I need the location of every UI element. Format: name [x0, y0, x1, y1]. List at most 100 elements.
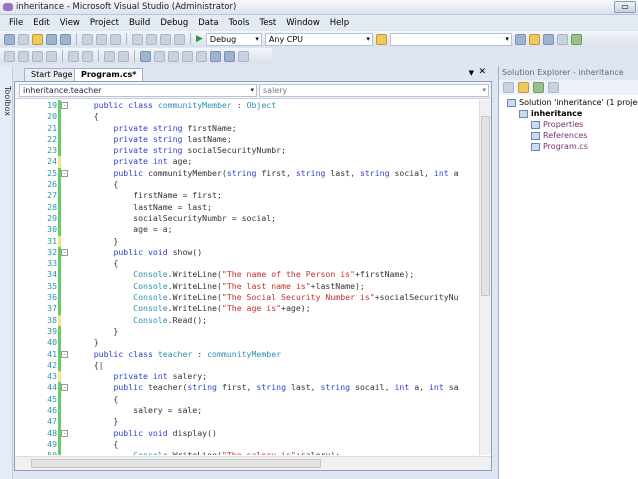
code-token: .WriteLine( — [167, 303, 222, 314]
menu-build[interactable]: Build — [124, 18, 155, 28]
code-token: salery = sale; — [74, 405, 203, 416]
object-browser-icon[interactable] — [542, 33, 554, 45]
menu-view[interactable]: View — [55, 18, 85, 28]
menu-debug[interactable]: Debug — [155, 18, 193, 28]
clear-bookmarks-icon[interactable] — [238, 50, 249, 62]
solution-tree-item[interactable]: inheritance — [519, 109, 582, 118]
collapse-icon[interactable]: - — [61, 350, 68, 358]
toolbox-icon[interactable] — [556, 33, 568, 45]
code-line: 43 private int salery; — [15, 371, 478, 383]
properties-window-icon[interactable] — [528, 33, 540, 45]
configuration-select[interactable]: Debug ▾ — [205, 32, 262, 46]
previous-bookmark-icon[interactable] — [154, 50, 165, 62]
open-file-icon[interactable] — [32, 33, 43, 45]
properties-icon[interactable] — [503, 82, 514, 93]
menu-edit[interactable]: Edit — [28, 18, 54, 28]
solution-tree-item[interactable]: Solution 'inheritance' (1 project) — [507, 98, 638, 107]
solution-tree-item[interactable]: Properties — [531, 120, 583, 129]
solution-tree-item[interactable]: Program.cs — [531, 142, 588, 151]
code-line: 46 salery = sale; — [15, 405, 478, 417]
minimize-button[interactable]: ▭ — [614, 1, 636, 13]
code-token: Console — [133, 280, 168, 291]
redo-icon[interactable] — [146, 33, 157, 45]
collapse-icon[interactable]: - — [61, 169, 68, 177]
types-dropdown[interactable]: inheritance.teacher ▾ — [19, 84, 257, 97]
collapse-icon[interactable]: - — [61, 384, 68, 392]
toolbox-strip[interactable]: Toolbox — [0, 66, 13, 479]
vertical-scrollbar[interactable] — [479, 100, 491, 455]
platform-select[interactable]: Any CPU ▾ — [264, 32, 373, 46]
horizontal-scroll-thumb[interactable] — [31, 459, 321, 468]
code-text: Console.WriteLine("The salery is"+salery… — [74, 450, 340, 455]
increase-indent-icon[interactable] — [82, 50, 93, 62]
previous-bookmark-folder-icon[interactable] — [182, 50, 193, 62]
paste-icon[interactable] — [110, 33, 121, 45]
navigate-forward-icon[interactable] — [174, 33, 185, 45]
menu-test[interactable]: Test — [255, 18, 282, 28]
display-object-member-list-icon[interactable] — [4, 50, 15, 62]
start-debugging-icon[interactable]: ▶ — [196, 34, 203, 44]
change-marker — [58, 145, 61, 157]
add-item-icon[interactable] — [18, 33, 29, 45]
next-bookmark-icon[interactable] — [168, 50, 179, 62]
close-document-icon[interactable]: ✕ — [478, 67, 486, 77]
code-token: socialSecurityNumbr; — [187, 145, 286, 156]
menu-help[interactable]: Help — [325, 18, 354, 28]
collapse-icon[interactable]: - — [61, 248, 68, 256]
menu-file[interactable]: File — [4, 18, 28, 28]
collapse-icon[interactable]: - — [61, 102, 68, 109]
tree-item-label: References — [543, 131, 588, 140]
menu-tools[interactable]: Tools — [224, 18, 255, 28]
vertical-scroll-thumb[interactable] — [481, 116, 490, 296]
start-page-icon[interactable] — [570, 33, 582, 45]
line-number: 34 — [47, 269, 57, 280]
find-combo[interactable]: ▾ — [389, 32, 512, 46]
tab-program-cs[interactable]: Program.cs* — [74, 68, 144, 81]
members-dropdown[interactable]: salery ▾ — [259, 84, 489, 97]
toggle-bookmark-icon[interactable] — [140, 50, 151, 62]
quick-info-icon[interactable] — [32, 50, 43, 62]
new-project-icon[interactable] — [4, 33, 15, 45]
window-position-icon[interactable]: ▼ — [469, 69, 474, 77]
next-bookmark-folder-icon[interactable] — [196, 50, 207, 62]
code-text: { — [74, 439, 118, 450]
next-bookmark-document-icon[interactable] — [224, 50, 235, 62]
refresh-icon[interactable] — [533, 82, 544, 93]
code-token: display() — [172, 427, 217, 438]
decrease-indent-icon[interactable] — [68, 50, 79, 62]
code-token: socail, — [355, 382, 395, 393]
complete-word-icon[interactable] — [46, 50, 57, 62]
line-number: 26 — [47, 179, 57, 190]
collapse-icon[interactable]: - — [61, 429, 68, 437]
code-line: 26 { — [15, 179, 478, 191]
save-all-icon[interactable] — [60, 33, 71, 45]
code-area[interactable]: 19- public class communityMember : Objec… — [15, 100, 478, 455]
line-number: 39 — [47, 325, 57, 336]
copy-icon[interactable] — [96, 33, 107, 45]
undo-icon[interactable] — [132, 33, 143, 45]
code-editor[interactable]: inheritance.teacher ▾ salery ▾ 19- public … — [14, 81, 492, 471]
parameter-info-icon[interactable] — [18, 50, 29, 62]
cut-icon[interactable] — [82, 33, 93, 45]
solution-explorer-icon[interactable] — [514, 33, 526, 45]
comment-icon[interactable] — [104, 50, 115, 62]
save-icon[interactable] — [46, 33, 57, 45]
navigate-backward-icon[interactable] — [160, 33, 171, 45]
solution-tree-item[interactable]: References — [531, 131, 587, 140]
menu-data[interactable]: Data — [193, 18, 223, 28]
code-text: } — [74, 416, 118, 427]
find-in-files-icon[interactable] — [375, 33, 387, 45]
previous-bookmark-document-icon[interactable] — [210, 50, 221, 62]
menu-window[interactable]: Window — [281, 18, 325, 28]
show-all-files-icon[interactable] — [518, 82, 529, 93]
toolbox-label[interactable]: Toolbox — [1, 86, 12, 116]
change-marker — [58, 292, 61, 304]
horizontal-scrollbar[interactable] — [15, 456, 491, 470]
code-token: +firstName); — [355, 269, 415, 280]
menu-project[interactable]: Project — [85, 18, 124, 28]
code-text: { — [74, 179, 118, 190]
view-class-diagram-icon[interactable] — [548, 82, 559, 93]
tab-start-page[interactable]: Start Page — [24, 68, 80, 81]
code-token: public void — [113, 246, 173, 257]
uncomment-icon[interactable] — [118, 50, 129, 62]
